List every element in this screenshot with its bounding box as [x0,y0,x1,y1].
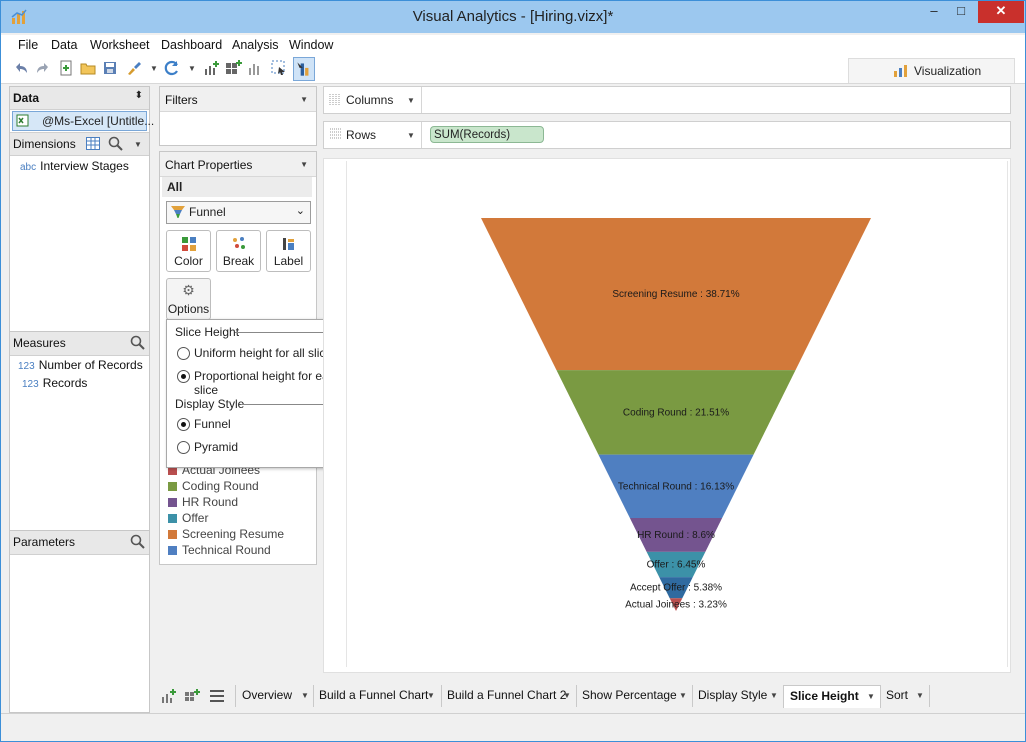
tab-build-a-funnel-chart[interactable]: Build a Funnel Chart ▼ [313,685,442,707]
tab-label: Build a Funnel Chart [319,688,429,702]
funnel-label-screening-resume: Screening Resume : 38.71% [612,289,739,300]
tab-dropdown-icon[interactable]: ▼ [427,686,435,706]
tab-dropdown-icon[interactable]: ▼ [770,686,778,706]
tab-display-style[interactable]: Display Style ▼ [692,685,784,707]
tab-label: Sort [886,688,909,702]
funnel-label-offer: Offer : 6.45% [647,559,706,570]
status-bar [1,713,1025,741]
tab-dropdown-icon[interactable]: ▼ [679,686,687,706]
tab-overview[interactable]: Overview ▼ [235,685,314,707]
funnel-label-technical-round: Technical Round : 16.13% [618,481,734,492]
tab-show-percentage[interactable]: Show Percentage ▼ [576,685,693,707]
tab-dropdown-icon[interactable]: ▼ [867,687,875,707]
tab-dropdown-icon[interactable]: ▼ [916,686,924,706]
add-worksheet-icon[interactable] [161,688,177,704]
tab-build-a-funnel-chart-2[interactable]: Build a Funnel Chart 2 ▼ [441,685,577,707]
tab-dropdown-icon[interactable]: ▼ [301,686,309,706]
tab-label: Build a Funnel Chart 2 [447,688,567,702]
tab-label: Display Style [698,688,768,702]
add-dashboard-tab-icon[interactable] [184,688,200,704]
tab-slice-height[interactable]: Slice Height ▼ [783,685,881,708]
tab-label: Show Percentage [582,688,677,702]
funnel-chart: Screening Resume : 38.71% Coding Round : … [481,218,871,611]
sheet-list-icon[interactable] [209,689,225,703]
funnel-label-coding-round: Coding Round : 21.51% [623,407,729,418]
tab-label: Slice Height [790,689,859,703]
funnel-label-actual-joinees: Actual Joinees : 3.23% [625,600,727,611]
funnel-label-accept-offer: Accept Offer : 5.38% [630,583,722,594]
funnel-label-hr-round: HR Round : 8.6% [637,530,715,541]
tab-dropdown-icon[interactable]: ▼ [563,686,571,706]
tab-label: Overview [242,688,293,702]
app-window: Visual Analytics - [Hiring.vizx]* – □ ✕ … [0,0,1026,742]
tab-sort[interactable]: Sort ▼ [880,685,930,707]
